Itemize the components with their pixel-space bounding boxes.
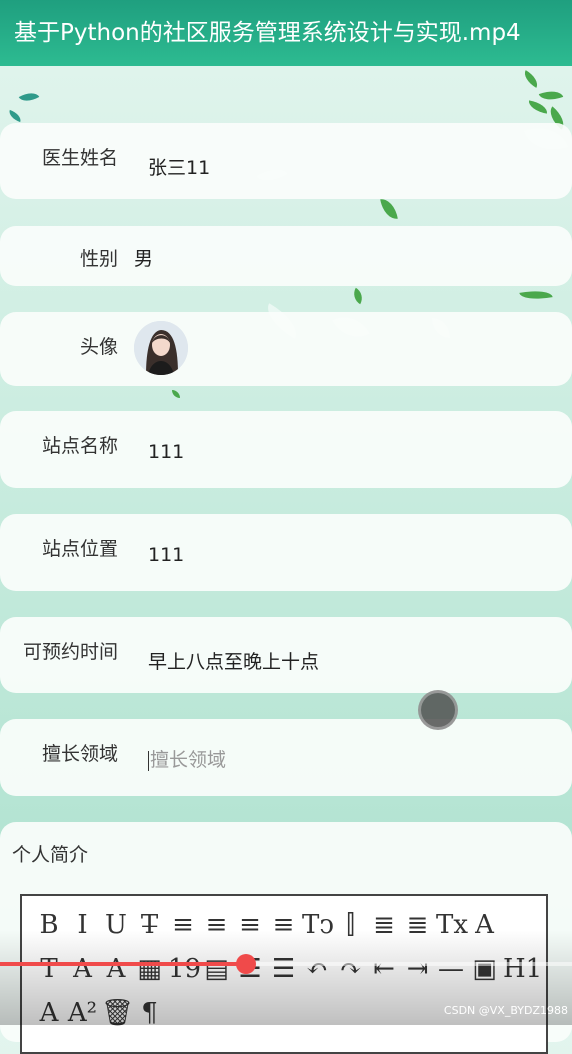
video-progress-bar[interactable] [0, 954, 572, 974]
leaf-decoration [527, 100, 549, 114]
editor-tool-button[interactable]: T [34, 952, 64, 986]
avatar[interactable] [134, 321, 188, 375]
available-time-label: 可预约时间 [22, 641, 118, 663]
editor-tool-button[interactable]: ≡ [202, 908, 232, 942]
form-row-avatar: 头像 [0, 312, 572, 386]
specialty-placeholder: 擅长领域 [150, 749, 227, 771]
avatar-label: 头像 [79, 336, 118, 358]
editor-tool-button[interactable]: ≡ [168, 908, 198, 942]
editor-tool-button[interactable]: Tx [436, 908, 468, 942]
leaf-decoration [519, 287, 553, 303]
form-row-specialty: 擅长领域 擅长领域 [0, 719, 572, 796]
editor-tool-button[interactable]: H1 [503, 952, 542, 986]
leaf-decoration [172, 390, 180, 398]
editor-tool-button[interactable]: ☰ [269, 952, 299, 986]
text-caret [148, 750, 149, 771]
form-row-gender: 性别 男 [0, 226, 572, 286]
editor-tool-button[interactable]: T̶ [135, 908, 165, 942]
specialty-label: 擅长领域 [41, 743, 118, 765]
intro-label: 个人简介 [12, 844, 89, 866]
editor-tool-button[interactable]: A [101, 952, 131, 986]
form-row-station-location: 站点位置 111 [0, 514, 572, 591]
editor-tool-button[interactable]: ▦ [135, 952, 165, 986]
available-time-field[interactable]: 早上八点至晚上十点 [148, 647, 319, 674]
leaf-decoration [349, 287, 367, 305]
station-location-field[interactable]: 111 [148, 544, 184, 566]
editor-tool-button[interactable]: — [436, 952, 466, 986]
editor-tool-button[interactable]: ≣ [403, 908, 433, 942]
editor-tool-button[interactable]: U [101, 908, 131, 942]
editor-tool-button[interactable]: ↷ [336, 952, 366, 986]
editor-tool-button[interactable]: A [68, 952, 98, 986]
video-progress-fill [0, 962, 246, 966]
video-title-bar: 基于Python的社区服务管理系统设计与实现.mp4 [0, 0, 572, 66]
editor-tool-button[interactable]: A [470, 908, 500, 942]
station-name-field[interactable]: 111 [148, 441, 184, 463]
rich-text-editor[interactable]: BIUT̶≡≡≡≡Tↄ⫿≣≣TxATAA▦19▤☰☰↶↷⇤⇥—▣H1AA²🗑¶ [20, 894, 548, 1054]
station-location-label: 站点位置 [41, 538, 118, 560]
editor-tool-button[interactable]: B [34, 908, 64, 942]
editor-tool-button[interactable]: ⇤ [369, 952, 399, 986]
leaf-decoration [520, 70, 542, 88]
mouse-cursor [418, 690, 458, 730]
form-row-available-time: 可预约时间 早上八点至晚上十点 [0, 617, 572, 693]
editor-tool-button[interactable]: I [68, 908, 98, 942]
editor-tool-button[interactable]: ▣ [470, 952, 500, 986]
doctor-name-field[interactable]: 张三11 [148, 153, 210, 180]
doctor-name-label: 医生姓名 [41, 147, 118, 169]
specialty-input[interactable]: 擅长领域 [148, 745, 226, 772]
editor-tool-button[interactable]: ▤ [202, 952, 232, 986]
form-row-station-name: 站点名称 111 [0, 411, 572, 488]
editor-tool-button[interactable]: ≡ [269, 908, 299, 942]
editor-tool-button[interactable]: Tↄ [302, 908, 334, 942]
avatar-image [134, 321, 188, 375]
leaf-decoration [18, 88, 40, 106]
editor-tool-button[interactable]: ≡ [235, 908, 265, 942]
leaf-decoration [380, 196, 398, 222]
gender-field[interactable]: 男 [134, 244, 153, 271]
video-title: 基于Python的社区服务管理系统设计与实现.mp4 [14, 20, 521, 46]
leaf-decoration [538, 86, 564, 105]
form-row-doctor-name: 医生姓名 张三11 [0, 123, 572, 199]
editor-tool-button[interactable]: ↶ [302, 952, 332, 986]
editor-tool-button[interactable]: ⇥ [403, 952, 433, 986]
video-progress-knob[interactable] [235, 954, 256, 974]
editor-tool-button[interactable]: ⫿ [336, 908, 366, 942]
watermark: CSDN @VX_BYDZ1988 [443, 1004, 568, 1017]
gender-label: 性别 [79, 248, 118, 270]
station-name-label: 站点名称 [41, 435, 118, 457]
editor-tool-button[interactable]: ≣ [369, 908, 399, 942]
editor-tool-button[interactable]: 19 [168, 952, 201, 986]
leaf-decoration [7, 109, 23, 123]
